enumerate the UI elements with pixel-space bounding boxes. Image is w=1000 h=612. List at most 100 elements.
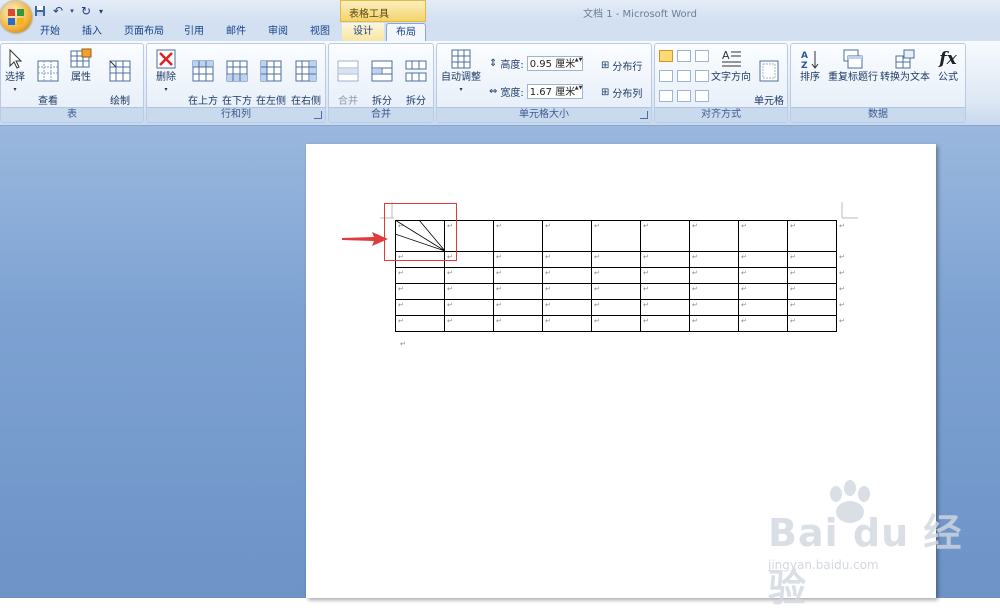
table-cell[interactable]: ↵ — [444, 299, 494, 316]
table-cell[interactable]: ↵ — [395, 283, 445, 300]
table-cell[interactable]: ↵ — [395, 299, 445, 316]
table-cell[interactable]: ↵ — [640, 220, 690, 252]
redo-icon[interactable]: ↻ — [78, 3, 94, 19]
tab-layout[interactable]: 布局 — [386, 23, 426, 42]
table-cell[interactable]: ↵ — [493, 251, 543, 268]
table-cell[interactable]: ↵ — [542, 283, 592, 300]
table-cell[interactable]: ↵ — [444, 267, 494, 284]
table-cell[interactable]: ↵ — [542, 251, 592, 268]
align-top-center-button[interactable] — [677, 50, 691, 62]
align-top-left-button[interactable] — [659, 50, 673, 62]
distribute-columns-button[interactable]: ⊞ 分布列 — [601, 85, 642, 100]
table-cell[interactable]: ↵ — [640, 283, 690, 300]
tab-home[interactable]: 开始 — [34, 23, 66, 41]
tab-design[interactable]: 设计 — [342, 23, 384, 41]
align-middle-right-button[interactable] — [695, 70, 709, 82]
delete-button[interactable]: 删除 ▾ — [151, 48, 181, 96]
align-bottom-right-button[interactable] — [695, 90, 709, 102]
table-cell[interactable]: ↵ — [542, 315, 592, 332]
table-cell[interactable]: ↵ — [493, 283, 543, 300]
table-cell[interactable]: ↵ — [591, 267, 641, 284]
table-cell[interactable]: ↵ — [542, 267, 592, 284]
row-end-mark: ↵ — [839, 300, 845, 309]
table-cell[interactable]: ↵ — [689, 267, 739, 284]
align-middle-center-button[interactable] — [677, 70, 691, 82]
table-cell[interactable]: ↵ — [787, 283, 837, 300]
table-cell[interactable]: ↵ — [738, 251, 788, 268]
table-cell[interactable]: ↵ — [787, 251, 837, 268]
table-cell[interactable]: ↵ — [787, 299, 837, 316]
dropdown-arrow-icon[interactable]: ▾ — [68, 3, 76, 19]
table-cell[interactable]: ↵ — [591, 315, 641, 332]
autofit-button[interactable]: 自动调整 ▾ — [439, 48, 483, 96]
table-cell[interactable]: ↵ — [493, 315, 543, 332]
save-icon[interactable] — [32, 3, 48, 19]
tab-review[interactable]: 审阅 — [262, 23, 294, 41]
repeat-header-rows-button[interactable]: 重复标题行 — [827, 48, 879, 84]
repeat-header-rows-label: 重复标题行 — [828, 72, 878, 83]
select-button[interactable]: 选择 ▾ — [3, 48, 27, 96]
group-alignment-label: 对齐方式 — [655, 107, 787, 122]
table-cell[interactable]: ↵ — [591, 283, 641, 300]
table-cell[interactable]: ↵ — [738, 315, 788, 332]
width-spinner[interactable]: 1.67 厘米 — [526, 84, 583, 99]
text-direction-button[interactable]: A 文字方向 — [711, 48, 751, 84]
sort-label: 排序 — [800, 72, 820, 83]
table-cell[interactable]: ↵ — [640, 299, 690, 316]
customize-toolbar-icon[interactable]: ▾ — [96, 3, 106, 19]
table-cell[interactable]: ↵ — [738, 220, 788, 252]
table-cell[interactable]: ↵ — [444, 315, 494, 332]
table-cell[interactable]: ↵ — [689, 315, 739, 332]
table-cell[interactable]: ↵ — [493, 299, 543, 316]
table-row: ↵ ↵ ↵ ↵ ↵ ↵ ↵ ↵ ↵ ↵ — [395, 299, 848, 316]
table-cell[interactable]: ↵ — [395, 315, 445, 332]
align-bottom-center-button[interactable] — [677, 90, 691, 102]
table-cell[interactable]: ↵ — [640, 267, 690, 284]
table-cell[interactable]: ↵ — [787, 267, 837, 284]
table-cell[interactable]: ↵ — [591, 220, 641, 252]
convert-to-text-button[interactable]: 转换为文本 — [879, 48, 931, 84]
table-cell[interactable]: ↵ — [542, 220, 592, 252]
column-width-control: ⇔ 宽度: 1.67 厘米 — [489, 84, 583, 99]
table-cell[interactable]: ↵ — [689, 220, 739, 252]
document-table[interactable]: ↵ ↵ ↵ ↵ ↵ ↵ ↵ ↵ ↵ ↵ ↵ ↵ ↵ ↵ ↵ ↵ ↵ ↵ ↵ ↵ ↵ ↵ ↵ ↵ ↵ ↵ ↵ ↵ ↵ ↵ ↵ ↵ ↵ ↵ ↵ ↵ ↵ ↵ ↵ ↵… — [395, 220, 848, 332]
table-cell[interactable]: ↵ — [738, 283, 788, 300]
table-cell[interactable]: ↵ — [591, 251, 641, 268]
tab-references[interactable]: 引用 — [178, 23, 210, 41]
properties-button[interactable]: 属性 — [67, 48, 95, 84]
align-top-right-button[interactable] — [695, 50, 709, 62]
table-cell[interactable]: ↵ — [493, 267, 543, 284]
tab-view[interactable]: 视图 — [304, 23, 336, 41]
row-height-control: ⇕ 高度: 0.95 厘米 — [489, 56, 583, 71]
table-cell[interactable]: ↵ — [542, 299, 592, 316]
table-cell[interactable]: ↵ — [738, 267, 788, 284]
tab-insert[interactable]: 插入 — [76, 23, 108, 41]
table-row: ↵ ↵ ↵ ↵ ↵ ↵ ↵ ↵ ↵ ↵ — [395, 283, 848, 300]
baidu-watermark: Bai du 经验 jingyan.baidu.com — [768, 480, 978, 610]
height-spinner[interactable]: 0.95 厘米 — [526, 56, 583, 71]
tab-page-layout[interactable]: 页面布局 — [118, 23, 170, 41]
undo-icon[interactable]: ↶ — [50, 3, 66, 19]
dialog-launcher-icon[interactable] — [640, 111, 648, 119]
office-button[interactable] — [0, 1, 32, 33]
table-cell[interactable]: ↵ — [738, 299, 788, 316]
align-middle-left-button[interactable] — [659, 70, 673, 82]
align-bottom-left-button[interactable] — [659, 90, 673, 102]
table-cell[interactable]: ↵ — [444, 283, 494, 300]
table-cell[interactable]: ↵ — [689, 299, 739, 316]
formula-button[interactable]: fx 公式 — [933, 48, 963, 84]
table-cell[interactable]: ↵ — [395, 267, 445, 284]
tab-mailings[interactable]: 邮件 — [220, 23, 252, 41]
dialog-launcher-icon[interactable] — [314, 111, 322, 119]
table-cell[interactable]: ↵ — [591, 299, 641, 316]
table-cell[interactable]: ↵ — [640, 315, 690, 332]
table-cell[interactable]: ↵ — [689, 251, 739, 268]
distribute-rows-button[interactable]: ⊞ 分布行 — [601, 58, 642, 73]
table-cell[interactable]: ↵ — [493, 220, 543, 252]
table-cell[interactable]: ↵ — [787, 220, 837, 252]
table-cell[interactable]: ↵ — [689, 283, 739, 300]
insert-row-below-icon — [226, 60, 248, 82]
table-cell[interactable]: ↵ — [640, 251, 690, 268]
sort-button[interactable]: AZ 排序 — [795, 48, 825, 84]
table-cell[interactable]: ↵ — [787, 315, 837, 332]
